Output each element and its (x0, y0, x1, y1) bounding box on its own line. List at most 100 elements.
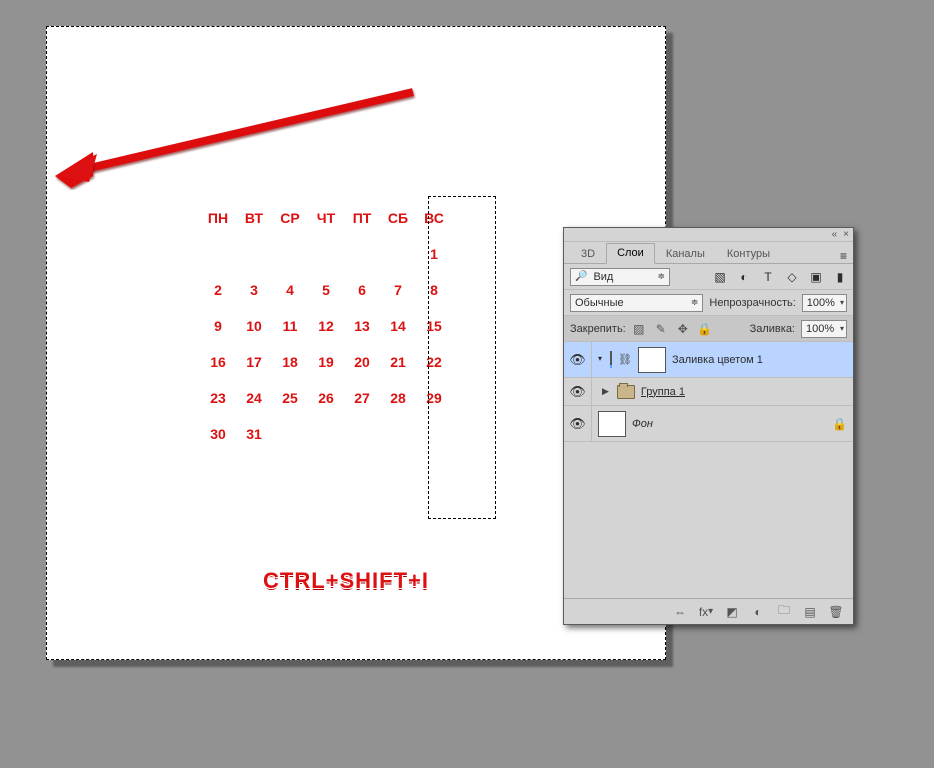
calendar-header: ЧТ (308, 200, 344, 236)
new-adjustment-icon[interactable]: ◐ (751, 605, 765, 619)
link-mask-icon[interactable]: ⛓ (618, 353, 632, 366)
layers-list: 👁 ▾ ⛓ Заливка цветом 1 👁 ▶ Группа 1 👁 Фо… (564, 342, 853, 580)
shortcut-annotation: CTRL+SHIFT+I (263, 568, 429, 594)
filter-adjust-icon[interactable]: ◐ (737, 270, 751, 284)
calendar-cell: 19 (308, 344, 344, 380)
layers-panel: « × 3D Слои Каналы Контуры ≡ 🔎 Вид ≑ ▧ ◐… (563, 227, 854, 625)
layer-name[interactable]: Фон (632, 418, 653, 430)
tab-paths[interactable]: Контуры (716, 244, 781, 264)
panel-lock-row: Закрепить: ▨ ✎ ✥ 🔒 Заливка: 100% ▾ (564, 316, 853, 342)
filter-pixel-icon[interactable]: ▧ (713, 270, 727, 284)
calendar-cell (200, 236, 236, 272)
layer-background[interactable]: 👁 Фон 🔒 (564, 406, 853, 442)
calendar-cell: 11 (272, 308, 308, 344)
calendar-cell: 15 (416, 308, 452, 344)
new-layer-icon[interactable]: ▤ (803, 605, 817, 619)
calendar-header: ПТ (344, 200, 380, 236)
tab-channels[interactable]: Каналы (655, 244, 716, 264)
add-mask-icon[interactable]: ◩ (725, 605, 739, 619)
lock-move-icon[interactable]: ✥ (676, 322, 690, 336)
calendar-cell: 20 (344, 344, 380, 380)
calendar-header: СБ (380, 200, 416, 236)
calendar-cell: 1 (416, 236, 452, 272)
layer-filter-combo[interactable]: 🔎 Вид ≑ (570, 268, 670, 286)
panel-topbar: « × (564, 228, 853, 242)
panel-filter-row: 🔎 Вид ≑ ▧ ◐ T ◇ ▣ ▮ (564, 264, 853, 290)
layer-fx-icon[interactable]: fx▾ (699, 605, 713, 619)
calendar-cell: 26 (308, 380, 344, 416)
opacity-field[interactable]: 100% ▾ (802, 294, 847, 312)
link-layers-icon[interactable]: ⇔ (673, 605, 687, 619)
calendar-cell: 8 (416, 272, 452, 308)
blend-mode-combo[interactable]: Обычные ≑ (570, 294, 703, 312)
layer-name[interactable]: Группа 1 (641, 386, 685, 398)
calendar-cell: 31 (236, 416, 272, 452)
fill-label: Заливка: (750, 323, 795, 335)
layer-group[interactable]: 👁 ▶ Группа 1 (564, 378, 853, 406)
calendar-cell (236, 236, 272, 272)
panel-menu-icon[interactable]: ≡ (834, 249, 853, 263)
filter-shape-icon[interactable]: ◇ (785, 270, 799, 284)
delete-layer-icon[interactable]: 🗑 (829, 605, 843, 619)
calendar-cell: 13 (344, 308, 380, 344)
lock-transparent-icon[interactable]: ▨ (632, 322, 646, 336)
calendar-header: СР (272, 200, 308, 236)
mask-thumbnail[interactable] (638, 347, 666, 373)
filter-type-icon[interactable]: T (761, 270, 775, 284)
tab-3d[interactable]: 3D (570, 244, 606, 264)
calendar-cell: 30 (200, 416, 236, 452)
opacity-value: 100% (807, 297, 835, 309)
filter-smart-icon[interactable]: ▣ (809, 270, 823, 284)
calendar-cell: 21 (380, 344, 416, 380)
new-group-icon[interactable]: 🗀 (777, 605, 791, 619)
calendar-header: ВС (416, 200, 452, 236)
calendar-cell: 25 (272, 380, 308, 416)
calendar-cell (380, 416, 416, 452)
lock-brush-icon[interactable]: ✎ (654, 322, 668, 336)
folder-icon (617, 385, 635, 399)
calendar-cell: 10 (236, 308, 272, 344)
layer-name[interactable]: Заливка цветом 1 (672, 354, 763, 366)
calendar-cell: 29 (416, 380, 452, 416)
fill-field[interactable]: 100% ▾ (801, 320, 847, 338)
adjust-expand-icon[interactable]: ▾ (598, 354, 602, 363)
filter-icon-row: ▧ ◐ T ◇ ▣ (713, 270, 823, 284)
calendar-cell: 14 (380, 308, 416, 344)
lock-all-icon[interactable]: 🔒 (698, 322, 712, 336)
tab-layers[interactable]: Слои (606, 243, 655, 264)
calendar-cell: 16 (200, 344, 236, 380)
panel-close-icon[interactable]: × (843, 229, 849, 240)
calendar-cell: 6 (344, 272, 380, 308)
calendar-cell (272, 236, 308, 272)
calendar-header: ВТ (236, 200, 272, 236)
panel-collapse-icon[interactable]: « (832, 229, 838, 240)
visibility-toggle[interactable]: 👁 (564, 406, 592, 441)
group-expand-icon[interactable]: ▶ (602, 386, 609, 397)
calendar-cell: 17 (236, 344, 272, 380)
lock-label: Закрепить: (570, 323, 626, 335)
filter-toggle-icon[interactable]: ▮ (833, 270, 847, 284)
calendar-cell: 28 (380, 380, 416, 416)
calendar-cell: 23 (200, 380, 236, 416)
panel-tabs: 3D Слои Каналы Контуры ≡ (564, 242, 853, 264)
calendar-cell: 2 (200, 272, 236, 308)
layer-filter-label: Вид (593, 271, 613, 283)
calendar-cell (308, 416, 344, 452)
calendar-cell: 5 (308, 272, 344, 308)
visibility-toggle[interactable]: 👁 (564, 378, 592, 405)
calendar-cell: 24 (236, 380, 272, 416)
panel-blend-row: Обычные ≑ Непрозрачность: 100% ▾ (564, 290, 853, 316)
calendar-header: ПН (200, 200, 236, 236)
calendar-cell: 7 (380, 272, 416, 308)
calendar-table: ПНВТСРЧТПТСБВС 1234567891011121314151617… (200, 200, 452, 452)
lock-icon: 🔒 (832, 417, 847, 431)
calendar-cell (380, 236, 416, 272)
calendar-cell: 9 (200, 308, 236, 344)
visibility-toggle[interactable]: 👁 (564, 342, 592, 377)
fill-thumbnail[interactable] (610, 351, 612, 365)
panel-footer: ⇔ fx▾ ◩ ◐ 🗀 ▤ 🗑 (564, 598, 853, 624)
bg-thumbnail[interactable] (598, 411, 626, 437)
calendar-cell: 12 (308, 308, 344, 344)
blend-mode-value: Обычные (575, 297, 624, 309)
layer-fill-color[interactable]: 👁 ▾ ⛓ Заливка цветом 1 (564, 342, 853, 378)
